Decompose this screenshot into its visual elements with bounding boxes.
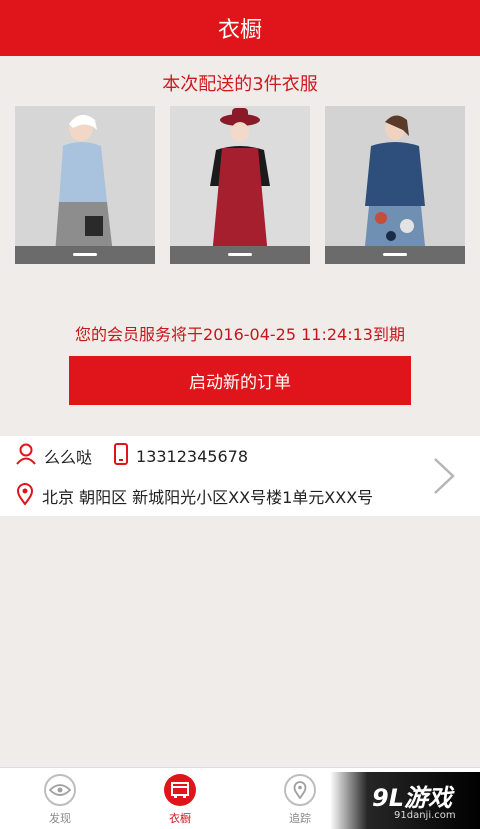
garment-indicator (170, 246, 310, 264)
tab-wardrobe[interactable]: 衣橱 (140, 768, 220, 829)
page-title: 衣橱 (217, 18, 262, 43)
watermark-logo: 9L游戏 91danji.com (330, 772, 480, 829)
tab-discover[interactable]: 发现 (20, 768, 100, 829)
wardrobe-icon (164, 774, 196, 806)
garment-photo-3 (325, 106, 465, 264)
contact-phone: 13312345678 (136, 446, 248, 466)
watermark-sub: 91danji.com (394, 810, 456, 821)
start-new-order-button[interactable]: 启动新的订单 (69, 356, 411, 405)
delivery-title: 本次配送的3件衣服 (162, 74, 318, 95)
garment-list (15, 106, 465, 264)
eye-icon (44, 774, 76, 806)
app-header: 衣橱 (0, 0, 480, 56)
garment-card[interactable] (170, 106, 310, 264)
garment-photo-2 (170, 106, 310, 264)
address-card[interactable]: 么么哒 13312345678 北京 朝阳区 新城阳光小区XX号楼1单元XXX号 (0, 436, 480, 516)
location-icon (284, 774, 316, 806)
membership-expiry-text: 您的会员服务将于2016-04-25 11:24:13到期 (75, 325, 405, 344)
contact-name: 么么哒 (44, 448, 93, 467)
garment-photo-1 (15, 106, 155, 264)
garment-indicator (325, 246, 465, 264)
garment-card[interactable] (325, 106, 465, 264)
address-row: 北京 朝阳区 新城阳光小区XX号楼1单元XXX号 (16, 476, 373, 516)
contact-row: 么么哒 13312345678 (16, 436, 248, 476)
tab-tracking[interactable]: 追踪 (260, 768, 340, 829)
address-line: 北京 朝阳区 新城阳光小区XX号楼1单元XXX号 (42, 488, 374, 507)
phone-icon (114, 443, 129, 469)
garment-indicator (15, 246, 155, 264)
garment-card[interactable] (15, 106, 155, 264)
chevron-right-icon[interactable] (432, 456, 456, 500)
user-icon (16, 443, 36, 469)
tab-label: 发现 (49, 812, 71, 825)
watermark-main: 9L游戏 (372, 784, 452, 812)
tab-label: 衣橱 (169, 812, 191, 825)
location-pin-icon (16, 483, 34, 509)
tab-label: 追踪 (289, 812, 311, 825)
